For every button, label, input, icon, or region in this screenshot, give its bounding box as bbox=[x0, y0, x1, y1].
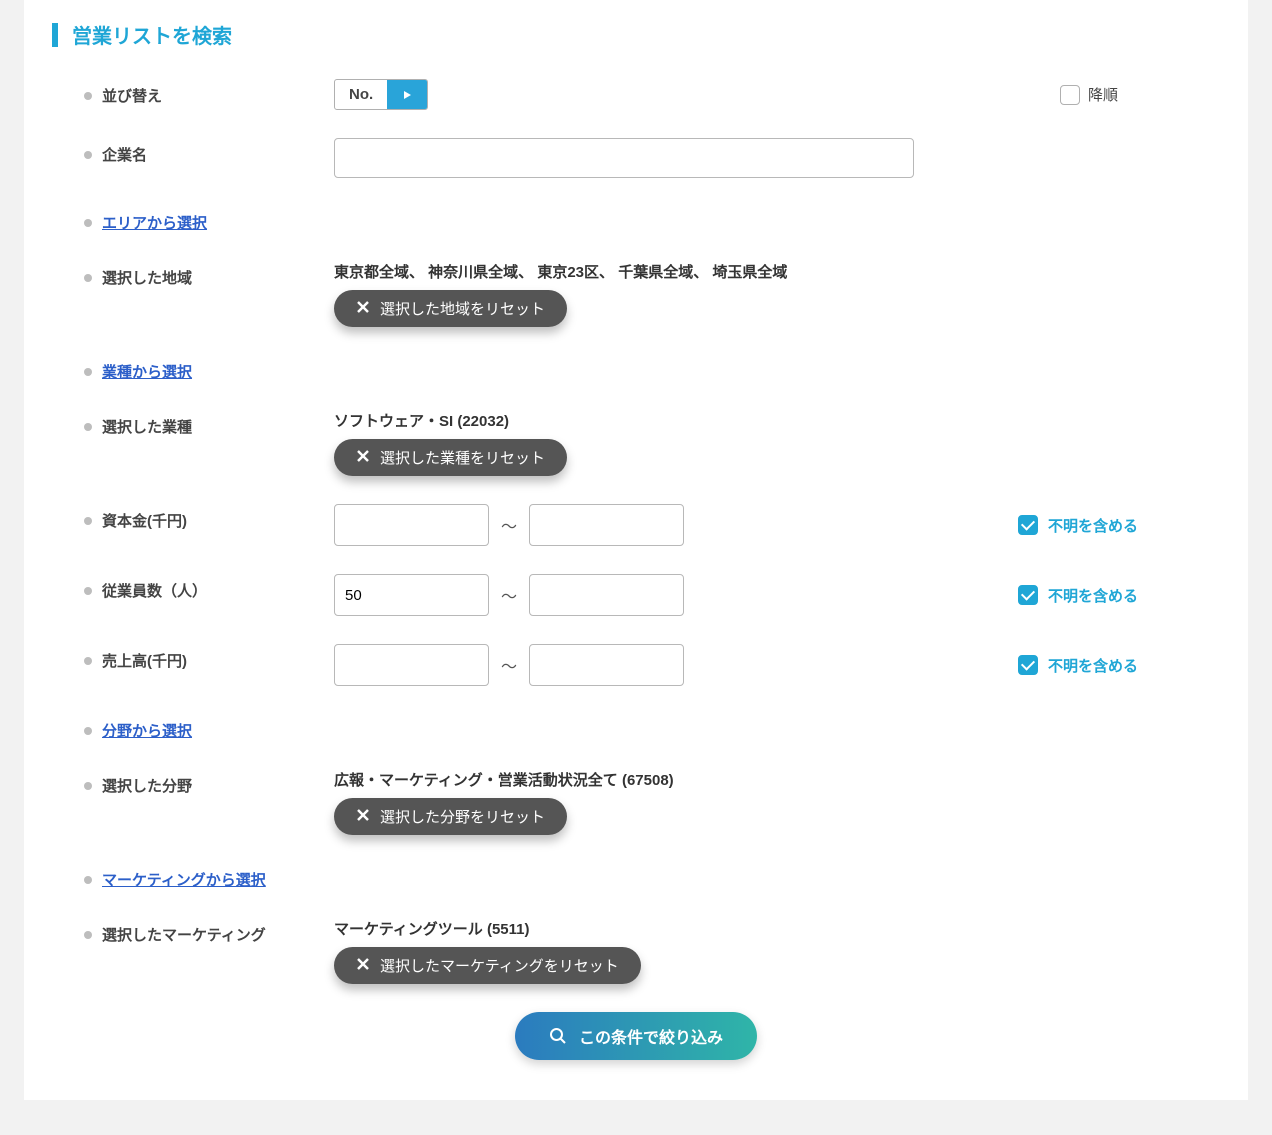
play-icon bbox=[401, 89, 413, 101]
employees-unknown-checkbox[interactable] bbox=[1018, 585, 1038, 605]
range-separator: 〜 bbox=[501, 583, 517, 607]
capital-min-input[interactable] bbox=[334, 504, 489, 546]
selected-marketing-label: 選択したマーケティング bbox=[102, 924, 266, 945]
sales-unknown-label: 不明を含める bbox=[1048, 655, 1138, 676]
bullet-icon bbox=[84, 219, 92, 227]
page-title-bar: 営業リストを検索 bbox=[24, 0, 1248, 49]
sales-label: 売上高(千円) bbox=[102, 650, 187, 671]
capital-max-input[interactable] bbox=[529, 504, 684, 546]
range-separator: 〜 bbox=[501, 513, 517, 537]
employees-unknown-label: 不明を含める bbox=[1048, 585, 1138, 606]
capital-unknown-label: 不明を含める bbox=[1048, 515, 1138, 536]
selected-industry-label: 選択した業種 bbox=[102, 416, 192, 437]
selected-area-text: 東京都全域、 神奈川県全域、 東京23区、 千葉県全域、 埼玉県全域 bbox=[334, 261, 1188, 282]
selected-area-label: 選択した地域 bbox=[102, 267, 192, 288]
reset-area-label: 選択した地域をリセット bbox=[380, 298, 545, 319]
title-accent bbox=[52, 23, 58, 47]
submit-label: この条件で絞り込み bbox=[579, 1024, 723, 1048]
capital-label: 資本金(千円) bbox=[102, 510, 187, 531]
reset-field-label: 選択した分野をリセット bbox=[380, 806, 545, 827]
desc-label: 降順 bbox=[1088, 84, 1118, 105]
close-icon bbox=[356, 300, 370, 318]
bullet-icon bbox=[84, 727, 92, 735]
sort-select[interactable]: No. bbox=[334, 79, 428, 110]
selected-field-label: 選択した分野 bbox=[102, 775, 192, 796]
close-icon bbox=[356, 449, 370, 467]
area-select-link[interactable]: エリアから選択 bbox=[102, 212, 207, 233]
desc-checkbox[interactable] bbox=[1060, 85, 1080, 105]
bullet-icon bbox=[84, 92, 92, 100]
submit-button[interactable]: この条件で絞り込み bbox=[515, 1012, 757, 1060]
bullet-icon bbox=[84, 151, 92, 159]
company-input[interactable] bbox=[334, 138, 914, 178]
reset-marketing-button[interactable]: 選択したマーケティングをリセット bbox=[334, 947, 641, 984]
selected-field-text: 広報・マーケティング・営業活動状況全て (67508) bbox=[334, 769, 1188, 790]
sales-max-input[interactable] bbox=[529, 644, 684, 686]
selected-industry-text: ソフトウェア・SI (22032) bbox=[334, 410, 1188, 431]
bullet-icon bbox=[84, 657, 92, 665]
employees-label: 従業員数（人） bbox=[102, 580, 207, 601]
bullet-icon bbox=[84, 517, 92, 525]
bullet-icon bbox=[84, 931, 92, 939]
sort-value: No. bbox=[335, 80, 387, 109]
industry-select-link[interactable]: 業種から選択 bbox=[102, 361, 192, 382]
search-icon bbox=[549, 1027, 567, 1045]
company-label: 企業名 bbox=[102, 144, 147, 165]
sort-label: 並び替え bbox=[102, 85, 162, 106]
sales-unknown-checkbox[interactable] bbox=[1018, 655, 1038, 675]
selected-marketing-text: マーケティングツール (5511) bbox=[334, 918, 1188, 939]
reset-marketing-label: 選択したマーケティングをリセット bbox=[380, 955, 619, 976]
bullet-icon bbox=[84, 274, 92, 282]
close-icon bbox=[356, 957, 370, 975]
range-separator: 〜 bbox=[501, 653, 517, 677]
bullet-icon bbox=[84, 587, 92, 595]
sort-dropdown-button[interactable] bbox=[387, 80, 427, 109]
bullet-icon bbox=[84, 782, 92, 790]
reset-industry-button[interactable]: 選択した業種をリセット bbox=[334, 439, 567, 476]
reset-field-button[interactable]: 選択した分野をリセット bbox=[334, 798, 567, 835]
marketing-select-link[interactable]: マーケティングから選択 bbox=[102, 869, 266, 890]
page-title: 営業リストを検索 bbox=[72, 20, 232, 49]
bullet-icon bbox=[84, 423, 92, 431]
reset-area-button[interactable]: 選択した地域をリセット bbox=[334, 290, 567, 327]
employees-min-input[interactable] bbox=[334, 574, 489, 616]
bullet-icon bbox=[84, 876, 92, 884]
employees-max-input[interactable] bbox=[529, 574, 684, 616]
bullet-icon bbox=[84, 368, 92, 376]
field-select-link[interactable]: 分野から選択 bbox=[102, 720, 192, 741]
sales-min-input[interactable] bbox=[334, 644, 489, 686]
capital-unknown-checkbox[interactable] bbox=[1018, 515, 1038, 535]
close-icon bbox=[356, 808, 370, 826]
reset-industry-label: 選択した業種をリセット bbox=[380, 447, 545, 468]
